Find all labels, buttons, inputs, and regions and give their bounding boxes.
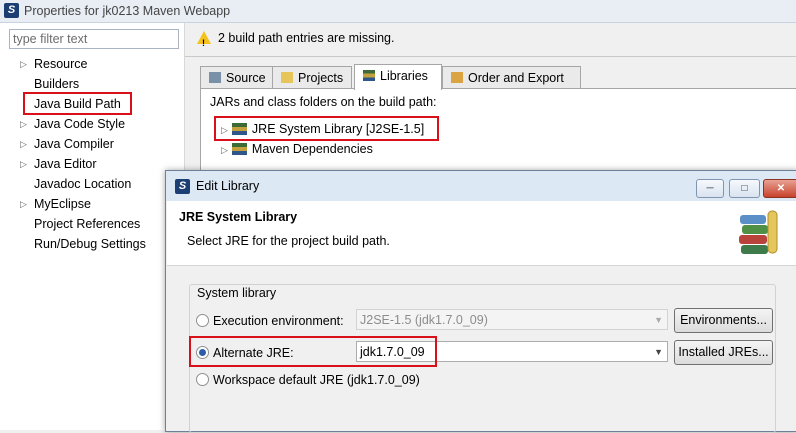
warning-icon: ! (197, 31, 211, 48)
dialog-header-description: Select JRE for the project build path. (187, 234, 390, 248)
close-button[interactable]: ✕ (763, 179, 796, 198)
filter-input[interactable]: type filter text (9, 29, 179, 49)
library-label: JRE System Library [J2SE-1.5] (251, 122, 425, 136)
nav-item-myeclipse[interactable]: ▷ MyEclipse (20, 195, 91, 213)
expand-arrow-icon[interactable]: ▷ (20, 155, 27, 173)
alternate-jre-label: Alternate JRE: (213, 346, 294, 360)
nav-item-project-references[interactable]: Project References (34, 215, 140, 233)
nav-item-label: Java Editor (34, 157, 97, 171)
tab-label: Libraries (380, 69, 428, 83)
alternate-jre-option[interactable]: Alternate JRE: (196, 344, 294, 362)
alternate-jre-select[interactable]: jdk1.7.0_09 ▼ (356, 341, 668, 362)
nav-item-java-code-style[interactable]: ▷ Java Code Style (20, 115, 126, 133)
expand-arrow-icon[interactable]: ▷ (20, 135, 27, 153)
tab-label: Projects (298, 71, 344, 85)
eclipse-app-icon: S (175, 179, 190, 194)
nav-item-label: MyEclipse (34, 197, 91, 211)
tab-projects[interactable]: Projects (272, 66, 352, 89)
expand-arrow-icon[interactable]: ▷ (20, 115, 27, 133)
nav-item-label: Builders (34, 77, 80, 91)
alternate-jre-value: jdk1.7.0_09 (360, 345, 425, 359)
nav-item-java-compiler[interactable]: ▷ Java Compiler (20, 135, 114, 153)
nav-item-label: Run/Debug Settings (34, 237, 146, 251)
minimize-button[interactable]: ─ (696, 179, 724, 198)
execution-environment-label: Execution environment: (213, 314, 344, 328)
tab-libraries[interactable]: Libraries (354, 64, 442, 90)
nav-item-java-build-path[interactable]: Java Build Path (34, 95, 121, 113)
edit-library-dialog: S Edit Library ─ □ ✕ JRE System Library … (165, 170, 796, 433)
tab-order-and-export[interactable]: Order and Export (442, 66, 581, 89)
workspace-default-label: Workspace default JRE (jdk1.7.0_09) (213, 373, 420, 387)
tab-source[interactable]: Source (200, 66, 273, 89)
library-jre-system[interactable]: ▷ JRE System Library [J2SE-1.5] (221, 120, 424, 138)
dialog-title: Edit Library (196, 179, 260, 193)
properties-title-bar: S Properties for jk0213 Maven Webapp (0, 0, 796, 23)
source-icon (209, 72, 221, 83)
expand-arrow-icon[interactable]: ▷ (20, 195, 27, 213)
nav-item-label: Java Compiler (34, 137, 114, 151)
workspace-default-radio[interactable] (196, 373, 209, 386)
window-title: Properties for jk0213 Maven Webapp (24, 4, 231, 18)
missing-entries-warning: ! 2 build path entries are missing. (197, 28, 394, 48)
nav-item-run-debug-settings[interactable]: Run/Debug Settings (34, 235, 146, 253)
nav-item-label: Javadoc Location (34, 177, 132, 191)
execution-environment-option[interactable]: Execution environment: (196, 312, 344, 330)
nav-item-label: Java Build Path (34, 97, 121, 111)
execution-environment-radio[interactable] (196, 314, 209, 327)
library-maven-dependencies[interactable]: ▷ Maven Dependencies (221, 140, 373, 158)
execution-environment-value: J2SE-1.5 (jdk1.7.0_09) (360, 313, 488, 327)
folder-icon (281, 72, 293, 83)
nav-item-builders[interactable]: Builders (34, 75, 79, 93)
alternate-jre-radio[interactable] (196, 346, 209, 359)
chevron-down-icon[interactable]: ▼ (654, 342, 663, 363)
environments-button[interactable]: Environments... (674, 308, 773, 333)
dialog-header: JRE System Library Select JRE for the pr… (167, 201, 796, 266)
nav-item-javadoc-location[interactable]: Javadoc Location (34, 175, 131, 193)
books-icon (363, 70, 375, 81)
nav-item-label: Java Code Style (34, 117, 126, 131)
nav-item-java-editor[interactable]: ▷ Java Editor (20, 155, 97, 173)
nav-item-label: Resource (34, 57, 88, 71)
expand-arrow-icon[interactable]: ▷ (221, 145, 228, 155)
system-library-label: System library (197, 286, 277, 300)
chevron-down-icon: ▼ (654, 315, 663, 325)
nav-item-label: Project References (34, 217, 141, 231)
library-icon (231, 143, 247, 155)
execution-environment-select: J2SE-1.5 (jdk1.7.0_09) ▼ (356, 309, 668, 330)
divider (185, 56, 796, 57)
properties-nav-pane: type filter text ▷ Resource Builders Jav… (0, 23, 185, 430)
tab-label: Order and Export (468, 71, 564, 85)
library-label: Maven Dependencies (251, 142, 373, 156)
order-icon (451, 72, 463, 83)
dialog-header-title: JRE System Library (179, 210, 298, 224)
expand-arrow-icon[interactable]: ▷ (221, 125, 228, 135)
maximize-button[interactable]: □ (729, 179, 760, 198)
eclipse-app-icon: S (4, 3, 19, 18)
panel-label: JARs and class folders on the build path… (210, 95, 437, 109)
dialog-title-bar: S Edit Library ─ □ ✕ (166, 171, 796, 201)
installed-jres-button[interactable]: Installed JREs... (674, 340, 773, 365)
library-books-icon (739, 210, 778, 254)
nav-item-resource[interactable]: ▷ Resource (20, 55, 88, 73)
library-icon (231, 123, 247, 135)
expand-arrow-icon[interactable]: ▷ (20, 55, 27, 73)
tab-label: Source (226, 71, 266, 85)
workspace-default-option[interactable]: Workspace default JRE (jdk1.7.0_09) (196, 371, 420, 389)
warning-text: 2 build path entries are missing. (218, 31, 395, 45)
